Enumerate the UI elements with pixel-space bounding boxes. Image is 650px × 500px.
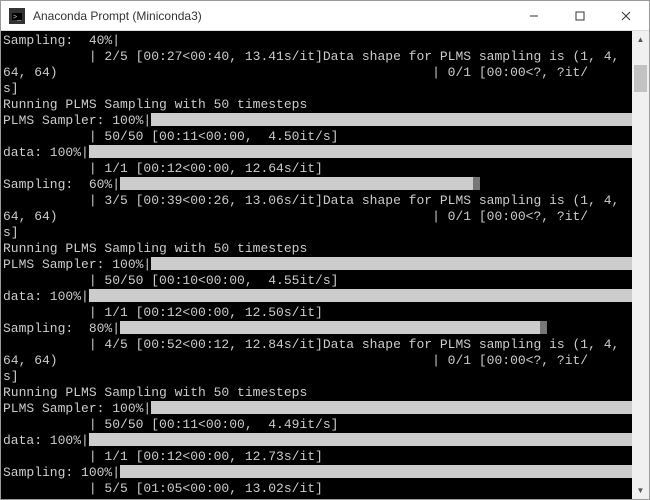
progress-bar-fill (89, 289, 632, 302)
terminal-line: data: 100%| (3, 433, 632, 449)
terminal-line: | 50/50 [00:10<00:00, 4.55it/s] (3, 273, 632, 289)
progress-bar-fill (120, 321, 540, 334)
scroll-down-arrow-icon[interactable]: ▼ (632, 482, 649, 499)
progress-bar-fill (89, 433, 632, 446)
progress-bar-partial (540, 321, 547, 334)
terminal-line: Sampling: 100%| (3, 465, 632, 481)
terminal-line: 64, 64) | 0/1 [00:00<?, ?it/ (3, 65, 632, 81)
terminal-line: s] (3, 225, 632, 241)
terminal-line: s] (3, 81, 632, 97)
progress-bar-fill (151, 113, 632, 126)
terminal-line: Running PLMS Sampling with 50 timesteps (3, 97, 632, 113)
terminal-line: | 4/5 [00:52<00:12, 12.84s/it]Data shape… (3, 337, 632, 353)
terminal-line: | 2/5 [00:27<00:40, 13.41s/it]Data shape… (3, 49, 632, 65)
terminal-line: s] (3, 369, 632, 385)
terminal-line: 64, 64) | 0/1 [00:00<?, ?it/ (3, 353, 632, 369)
progress-bar-fill (120, 465, 632, 478)
close-button[interactable] (603, 1, 649, 30)
terminal-line: Running PLMS Sampling with 50 timesteps (3, 241, 632, 257)
terminal-output[interactable]: Sampling: 40%| | 2/5 [00:27<00:40, 13.41… (1, 31, 632, 499)
terminal-line: Sampling: 60%| (3, 177, 632, 193)
progress-bar-fill (151, 257, 632, 270)
scroll-up-arrow-icon[interactable]: ▲ (632, 31, 649, 48)
minimize-button[interactable] (511, 1, 557, 30)
progress-bar-fill (151, 401, 632, 414)
window-controls (511, 1, 649, 30)
terminal-line: | 1/1 [00:12<00:00, 12.64s/it] (3, 161, 632, 177)
svg-text:>_: >_ (13, 14, 21, 21)
progress-bar-fill (120, 177, 473, 190)
progress-bar-partial (473, 177, 480, 190)
terminal-line: | 1/1 [00:12<00:00, 12.73s/it] (3, 449, 632, 465)
app-window: >_ Anaconda Prompt (Miniconda3) Sampling… (0, 0, 650, 500)
vertical-scrollbar[interactable]: ▲ ▼ (632, 31, 649, 499)
app-icon: >_ (9, 8, 25, 24)
titlebar[interactable]: >_ Anaconda Prompt (Miniconda3) (1, 1, 649, 31)
terminal-line: | 50/50 [00:11<00:00, 4.49it/s] (3, 417, 632, 433)
terminal-line: data: 100%| (3, 145, 632, 161)
terminal-line: Sampling: 80%| (3, 321, 632, 337)
terminal-line: | 3/5 [00:39<00:26, 13.06s/it]Data shape… (3, 193, 632, 209)
terminal-line: PLMS Sampler: 100%| (3, 257, 632, 273)
terminal-line: data: 100%| (3, 289, 632, 305)
window-title: Anaconda Prompt (Miniconda3) (33, 9, 511, 23)
terminal-line: | 5/5 [01:05<00:00, 13.02s/it] (3, 481, 632, 497)
content-area: Sampling: 40%| | 2/5 [00:27<00:40, 13.41… (1, 31, 649, 499)
scroll-thumb[interactable] (634, 65, 647, 91)
terminal-line: | 50/50 [00:11<00:00, 4.50it/s] (3, 129, 632, 145)
terminal-line: | 1/1 [00:12<00:00, 12.50s/it] (3, 305, 632, 321)
terminal-line: PLMS Sampler: 100%| (3, 401, 632, 417)
maximize-button[interactable] (557, 1, 603, 30)
terminal-line: 64, 64) | 0/1 [00:00<?, ?it/ (3, 209, 632, 225)
terminal-line: Sampling: 40%| (3, 33, 632, 49)
terminal-line: PLMS Sampler: 100%| (3, 113, 632, 129)
progress-bar-fill (89, 145, 632, 158)
terminal-line: Running PLMS Sampling with 50 timesteps (3, 385, 632, 401)
